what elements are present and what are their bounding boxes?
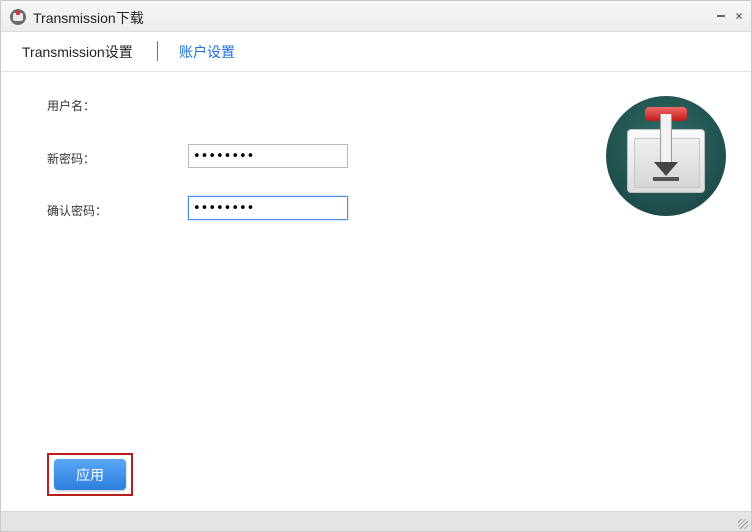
confirm-password-input[interactable]	[188, 196, 348, 220]
username-label: 用户名：	[47, 99, 96, 113]
status-bar	[1, 511, 751, 531]
resize-grip-icon[interactable]	[738, 519, 748, 529]
confirm-password-label: 确认密码：	[47, 204, 108, 218]
tab-transmission-settings[interactable]: Transmission设置	[22, 42, 133, 62]
transmission-logo-icon	[606, 96, 726, 216]
tab-account-settings[interactable]: 账户设置	[179, 42, 235, 62]
minimize-icon[interactable]	[714, 9, 728, 23]
logo-base	[653, 177, 679, 181]
logo-stem	[660, 114, 672, 164]
new-password-input[interactable]	[188, 144, 348, 168]
window-title: Transmission下载	[33, 10, 144, 26]
apply-button[interactable]: 应用	[54, 459, 126, 490]
tab-bar: Transmission设置 账户设置	[1, 32, 751, 72]
tab-divider	[157, 41, 158, 61]
title-bar[interactable]: Transmission下载 ×	[1, 1, 751, 32]
close-icon[interactable]: ×	[732, 9, 746, 23]
transmission-app-icon	[10, 9, 26, 25]
new-password-label: 新密码：	[47, 152, 96, 166]
app-window: Transmission下载 × Transmission设置 账户设置 用户名…	[0, 0, 752, 532]
download-arrow-icon	[654, 162, 678, 176]
